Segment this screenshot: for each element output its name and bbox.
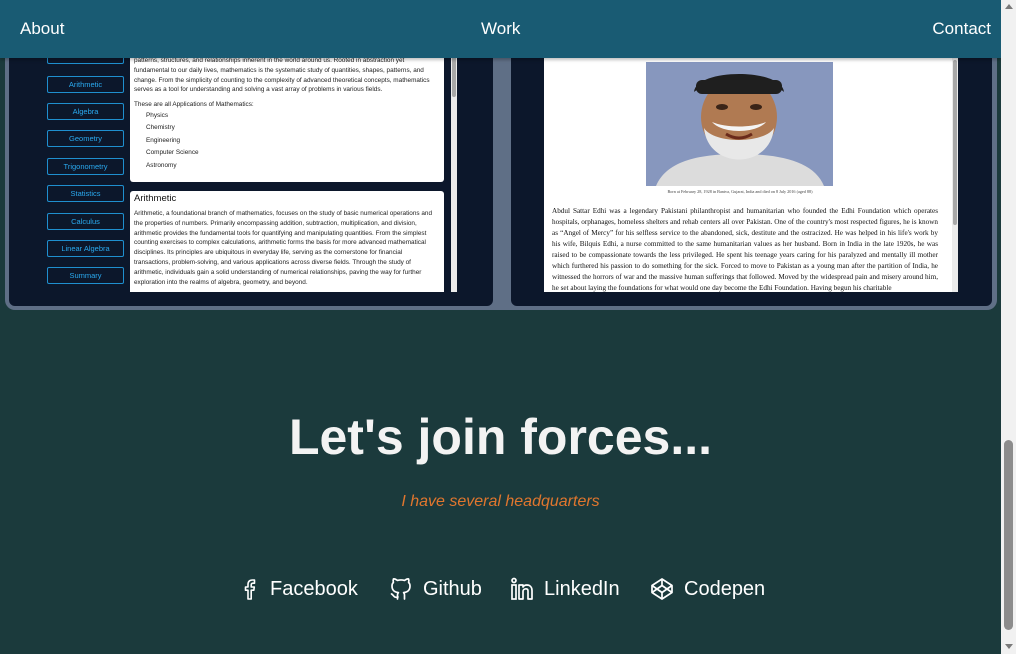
arithmetic-text: Arithmetic, a foundational branch of mat… xyxy=(134,210,433,286)
math-intro-card: patterns, structures, and relationships … xyxy=(130,55,444,182)
edhi-scrollbar[interactable] xyxy=(952,58,958,292)
edhi-biography: Abdul Sattar Edhi was a legendary Pakist… xyxy=(552,207,938,292)
page-scrollbar[interactable] xyxy=(1001,0,1016,654)
linkedin-link[interactable]: LinkedIn xyxy=(510,576,620,602)
codepen-link[interactable]: Codepen xyxy=(650,576,765,602)
math-intro-text: patterns, structures, and relationships … xyxy=(134,57,430,94)
list-item: Physics xyxy=(146,111,169,119)
github-label: Github xyxy=(423,577,482,600)
math-menu-linear-algebra[interactable]: Linear Algebra xyxy=(47,240,124,257)
list-item: Engineering xyxy=(146,136,181,144)
edhi-content-frame[interactable]: Born at February 28, 1928 in Bantva, Guj… xyxy=(544,58,958,292)
arithmetic-heading: Arithmetic xyxy=(134,193,177,204)
scroll-up-arrow-icon[interactable] xyxy=(1005,4,1013,9)
math-menu-statistics[interactable]: Statistics xyxy=(47,185,124,202)
facebook-icon xyxy=(244,579,256,600)
github-icon xyxy=(390,578,411,600)
math-content-frame[interactable]: patterns, structures, and relationships … xyxy=(127,55,457,292)
codepen-label: Codepen xyxy=(684,577,766,600)
facebook-link[interactable]: Facebook xyxy=(240,576,358,602)
facebook-label: Facebook xyxy=(270,577,358,600)
list-item: Chemistry xyxy=(146,124,175,132)
list-item: Astronomy xyxy=(146,161,177,169)
math-menu-algebra[interactable]: Algebra xyxy=(47,103,124,120)
applications-lead: These are all Applications of Mathematic… xyxy=(134,101,254,109)
nav-about-link[interactable]: About xyxy=(20,19,64,39)
edhi-scrollbar-thumb[interactable] xyxy=(953,60,957,225)
math-menu-calculus[interactable]: Calculus xyxy=(47,213,124,230)
math-menu-geometry[interactable]: Geometry xyxy=(47,130,124,147)
nav-work-link[interactable]: Work xyxy=(481,19,520,39)
math-menu-arithmetic[interactable]: Arithmetic xyxy=(47,76,124,93)
contact-heading: Let's join forces... xyxy=(288,409,713,465)
applications-list: Physics Chemistry Engineering Computer S… xyxy=(130,110,444,173)
math-menu-trigonometry[interactable]: Trigonometry xyxy=(47,158,124,175)
linkedin-icon xyxy=(511,577,533,600)
codepen-icon xyxy=(651,578,673,600)
contact-subtitle: I have several headquarters xyxy=(401,493,600,510)
github-link[interactable]: Github xyxy=(389,576,482,602)
edhi-portrait-image xyxy=(646,62,833,186)
math-scrollbar-thumb[interactable] xyxy=(452,57,456,97)
edhi-photo-caption: Born at February 28, 1928 in Bantva, Guj… xyxy=(667,189,813,194)
page-scrollbar-thumb[interactable] xyxy=(1004,440,1013,630)
list-item: Computer Science xyxy=(146,149,199,157)
top-nav: About Work Contact xyxy=(0,0,1001,58)
linkedin-label: LinkedIn xyxy=(544,577,620,600)
arithmetic-card: Arithmetic Arithmetic, a foundational br… xyxy=(130,191,444,292)
page: Arithmetic Algebra Geometry Trigonometry… xyxy=(0,0,1001,654)
math-menu-summary[interactable]: Summary xyxy=(47,267,124,284)
nav-contact-link[interactable]: Contact xyxy=(932,19,991,39)
math-scrollbar[interactable] xyxy=(451,55,457,292)
scroll-down-arrow-icon[interactable] xyxy=(1005,644,1013,649)
